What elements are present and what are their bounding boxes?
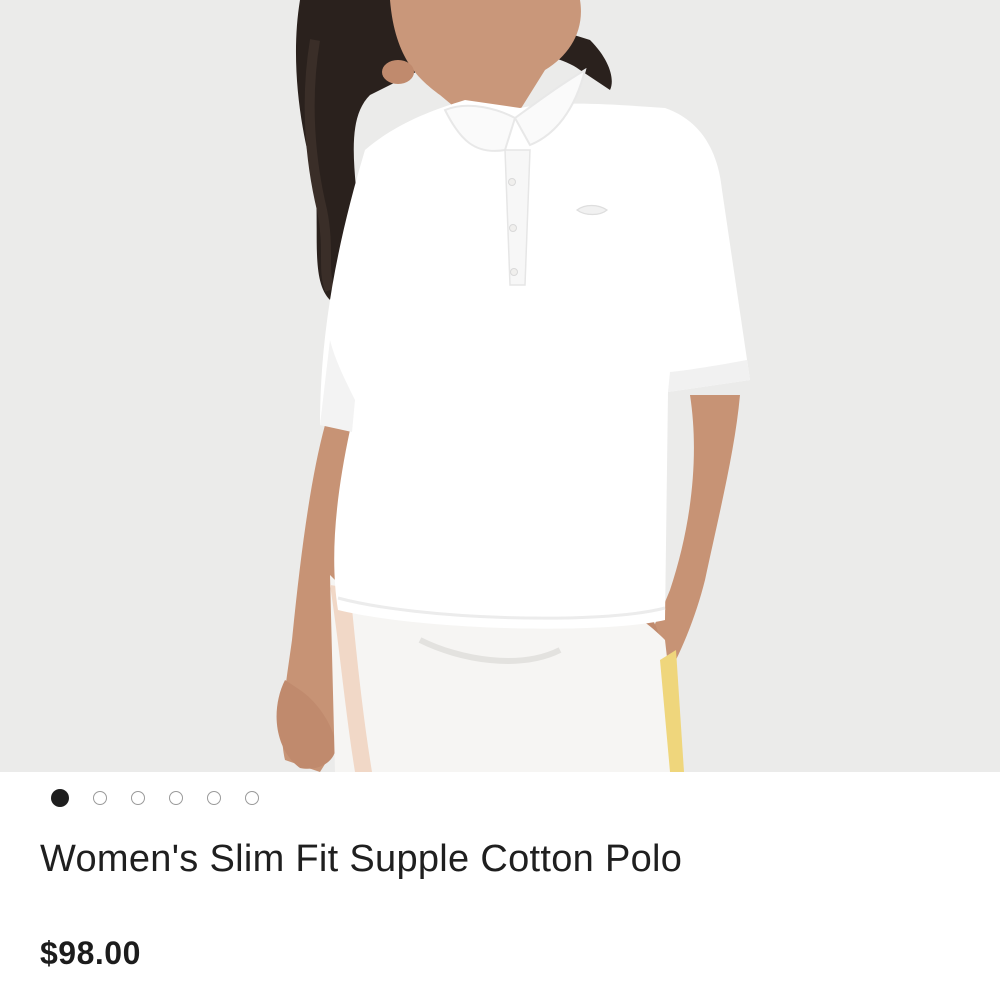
product-image-carousel[interactable] [0,0,1000,772]
product-title: Women's Slim Fit Supple Cotton Polo [40,838,683,880]
product-image [0,0,1000,772]
carousel-dot-1[interactable] [51,789,69,807]
carousel-dot-5[interactable] [207,791,221,805]
product-page: Women's Slim Fit Supple Cotton Polo $98.… [0,0,1000,1000]
carousel-dot-6[interactable] [245,791,259,805]
carousel-dot-4[interactable] [169,791,183,805]
carousel-dot-2[interactable] [93,791,107,805]
carousel-pagination [51,788,259,808]
product-price: $98.00 [40,935,141,971]
carousel-dot-3[interactable] [131,791,145,805]
